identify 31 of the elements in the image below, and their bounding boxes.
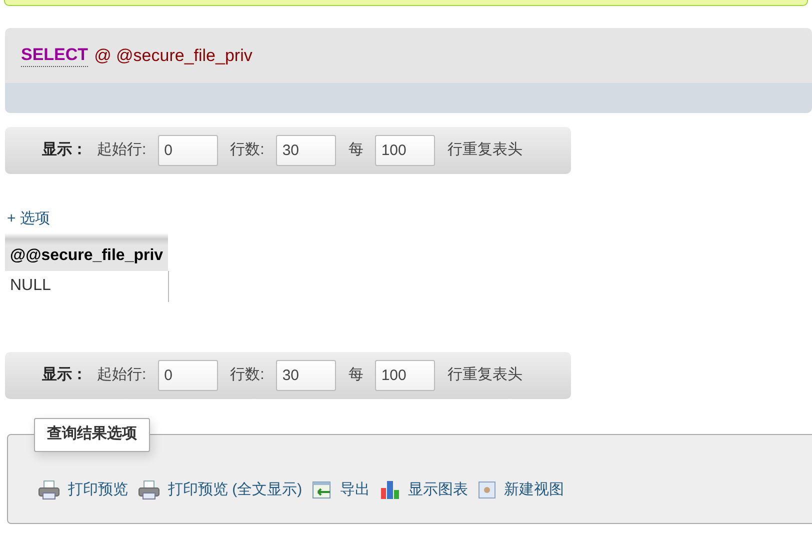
table-cell: NULL <box>5 270 168 302</box>
bar-chart-icon <box>380 480 400 500</box>
operation-link[interactable]: 导出 <box>312 478 370 501</box>
field-label: 每 <box>348 140 364 160</box>
field-label: 起始行: <box>97 364 146 385</box>
repeat-header-input[interactable]: 100 <box>375 135 436 166</box>
field-label: 行数: <box>230 364 264 385</box>
start-row-input[interactable]: 0 <box>158 360 218 390</box>
field-label: 行重复表头 <box>447 140 522 160</box>
navigation-label: 显示： <box>42 364 87 385</box>
options-link[interactable]: + 选项 <box>7 208 50 230</box>
window-icon <box>478 480 496 499</box>
field-label: 行重复表头 <box>447 364 522 385</box>
operation-link[interactable]: 新建视图 <box>478 478 564 501</box>
navigation-label: 显示： <box>42 140 87 160</box>
rows-input[interactable]: 30 <box>276 360 336 390</box>
sql-keyword[interactable]: SELECT <box>21 44 88 67</box>
start-row-input[interactable]: 0 <box>158 135 218 166</box>
field-label: 行数: <box>230 140 264 160</box>
printer-icon <box>38 480 60 500</box>
repeat-header-input[interactable]: 100 <box>375 360 436 390</box>
field-label: 每 <box>348 364 364 385</box>
operations-legend: 查询结果选项 <box>34 418 150 452</box>
column-header[interactable]: @@secure_file_priv <box>5 232 168 270</box>
operation-link[interactable]: 打印预览 (全文显示) <box>138 478 302 501</box>
operation-link[interactable]: 打印预览 <box>38 478 128 501</box>
field-label: 起始行: <box>97 140 146 160</box>
rows-input[interactable]: 30 <box>276 135 336 166</box>
sql-text: @ @secure_file_priv <box>94 44 252 67</box>
printer-icon <box>138 480 160 500</box>
operation-link[interactable]: 显示图表 <box>380 478 468 501</box>
